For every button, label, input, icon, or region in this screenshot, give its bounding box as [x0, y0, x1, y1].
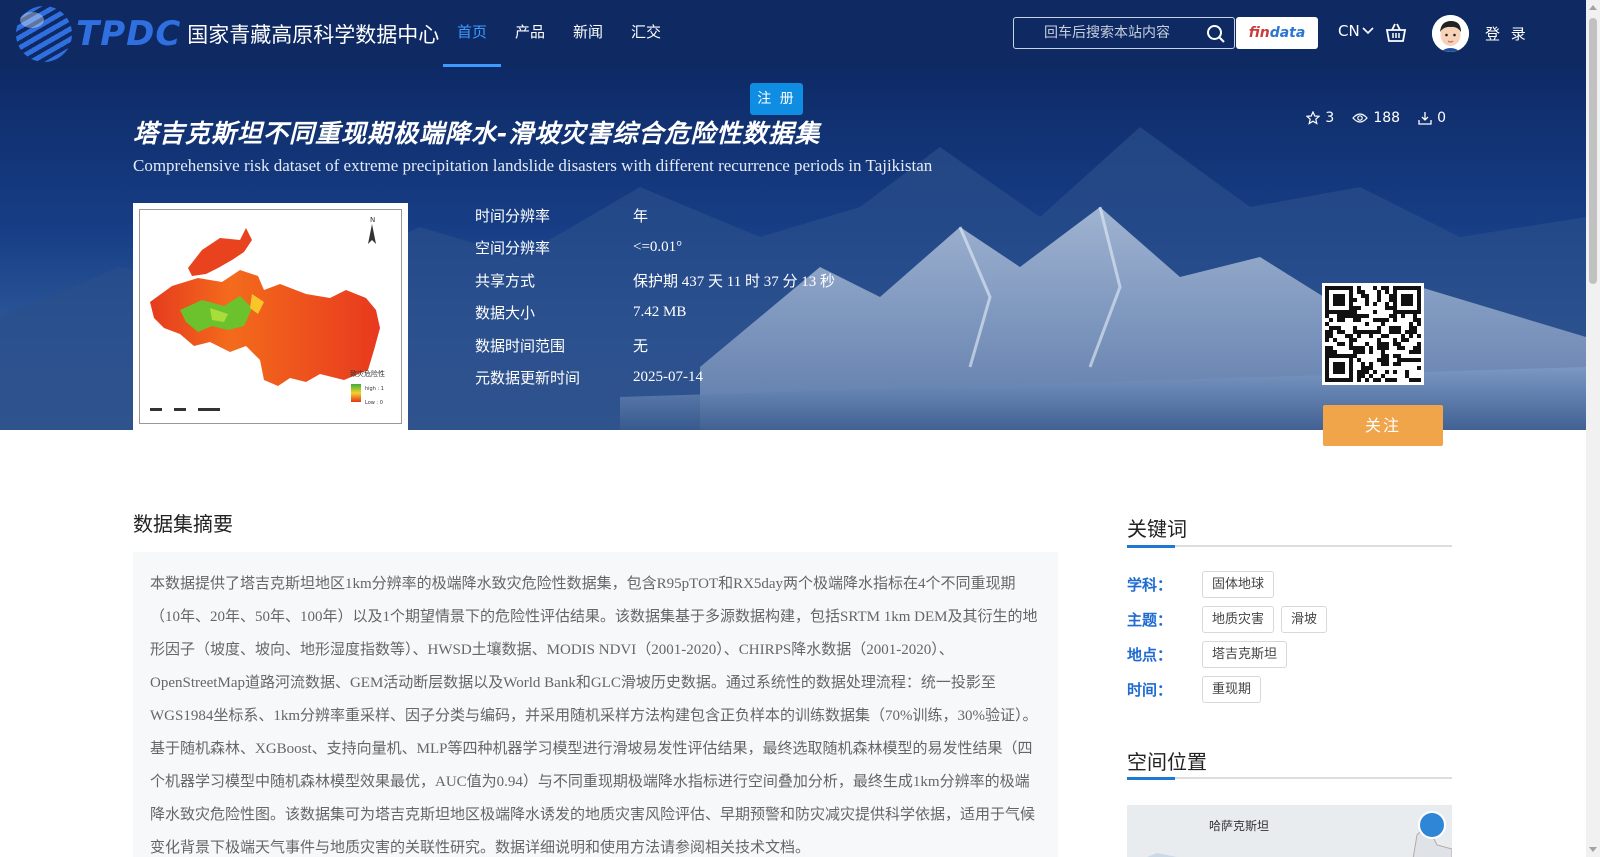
keyword-tag[interactable]: 滑坡: [1281, 606, 1328, 633]
dataset-banner: 注 册 塔吉克斯坦不同重现期极端降水-滑坡灾害综合危险性数据集 Comprehe…: [0, 67, 1586, 430]
user-avatar[interactable]: [1432, 15, 1469, 52]
nav-home[interactable]: 首页: [443, 0, 502, 67]
keyword-tag[interactable]: 固体地球: [1202, 571, 1275, 598]
login-link[interactable]: 登 录: [1485, 23, 1529, 44]
keyword-label: 主题：: [1127, 611, 1173, 629]
scroll-down-arrow-icon[interactable]: [1589, 847, 1597, 852]
top-header: TPDC 国家青藏高原科学数据中心 首页 产品 新闻 汇交 findata CN: [0, 0, 1586, 67]
spatial-location-map[interactable]: 哈萨克斯坦: [1127, 805, 1452, 857]
meta-value: 无: [633, 338, 649, 355]
scrollbar-thumb[interactable]: [1589, 18, 1597, 284]
keyword-tag[interactable]: 地质灾害: [1202, 606, 1275, 633]
keyword-label: 学科：: [1127, 576, 1173, 594]
eye-icon: [1352, 113, 1369, 123]
map-place-label: 哈萨克斯坦: [1209, 819, 1270, 833]
scroll-up-arrow-icon[interactable]: [1589, 5, 1597, 10]
globe-logo-icon: [16, 6, 72, 62]
meta-key: 数据大小: [475, 304, 536, 323]
abstract-title: 数据集摘要: [133, 512, 233, 536]
keyword-label: 地点：: [1127, 646, 1173, 664]
meta-value: 年: [633, 208, 649, 225]
page-scrollbar[interactable]: [1586, 0, 1600, 857]
keywords-divider: [1127, 545, 1452, 548]
keyword-tag[interactable]: 重现期: [1202, 676, 1262, 703]
views-count: 188: [1373, 110, 1401, 126]
keyword-row-theme: 主题： 地质灾害 滑坡: [1127, 606, 1334, 633]
findata-button[interactable]: findata: [1236, 17, 1318, 49]
location-divider: [1127, 777, 1452, 780]
meta-value: <=0.01°: [633, 239, 683, 256]
meta-key: 数据时间范围: [475, 336, 566, 355]
meta-row: 元数据更新时间 2025-07-14: [475, 362, 835, 395]
meta-key: 元数据更新时间: [475, 369, 581, 388]
findata-label-b: data: [1269, 25, 1306, 41]
keyword-label: 时间：: [1127, 681, 1173, 699]
thumb-legend-title: 致灾危险性: [350, 369, 385, 378]
views-stat: 188: [1352, 110, 1400, 126]
qr-code-image: [1322, 283, 1424, 385]
meta-row: 数据大小 7.42 MB: [475, 297, 835, 330]
meta-row: 空间分辨率 <=0.01°: [475, 232, 835, 265]
meta-row: 数据时间范围 无: [475, 329, 835, 362]
meta-key: 时间分辨率: [475, 206, 551, 225]
logo-cn-text: 国家青藏高原科学数据中心: [187, 23, 440, 47]
stars-stat[interactable]: 3: [1306, 110, 1334, 126]
dataset-metadata: 时间分辨率 年 空间分辨率 <=0.01° 共享方式 保护期 437 天 11 时 3…: [475, 199, 835, 394]
chevron-down-icon: [1362, 27, 1374, 35]
meta-value: 2025-07-14: [633, 369, 703, 386]
logo-tpdc-text: TPDC: [76, 14, 182, 54]
stars-count: 3: [1325, 110, 1335, 126]
keyword-row-discipline: 学科： 固体地球: [1127, 571, 1281, 598]
main-nav: 首页 产品 新闻 汇交: [443, 0, 675, 67]
meta-key: 空间分辨率: [475, 239, 551, 258]
map-layer-icon[interactable]: [1418, 811, 1446, 839]
meta-row: 共享方式 保护期 437 天 11 时 37 分 13 秒: [475, 264, 835, 297]
search-box: [1013, 17, 1235, 49]
abstract-text: 本数据提供了塔吉克斯坦地区1km分辨率的极端降水致灾危险性数据集，包含R95pT…: [133, 552, 1058, 857]
keyword-tag[interactable]: 塔吉克斯坦: [1202, 641, 1288, 668]
keyword-row-place: 地点： 塔吉克斯坦: [1127, 641, 1294, 668]
thumb-legend-low: Low : 0: [365, 400, 383, 406]
nav-news[interactable]: 新闻: [559, 0, 617, 67]
dataset-title-en: Comprehensive risk dataset of extreme pr…: [133, 156, 933, 175]
nav-products[interactable]: 产品: [501, 0, 559, 67]
thumb-legend-high: high : 1: [365, 386, 384, 392]
meta-row: 时间分辨率 年: [475, 199, 835, 232]
basket-icon[interactable]: [1385, 22, 1407, 44]
thumbnail-map-image: N 致灾危险性 high : 1 Low : 0: [139, 209, 402, 424]
nav-submit[interactable]: 汇交: [617, 0, 675, 67]
location-title: 空间位置: [1127, 750, 1207, 774]
language-selector[interactable]: CN: [1338, 22, 1374, 40]
meta-key: 共享方式: [475, 271, 536, 290]
findata-label-a: fin: [1248, 25, 1270, 41]
svg-text:N: N: [370, 216, 375, 224]
dataset-title-cn: 塔吉克斯坦不同重现期极端降水-滑坡灾害综合危险性数据集: [133, 119, 821, 148]
dataset-thumbnail[interactable]: N 致灾危险性 high : 1 Low : 0: [133, 203, 408, 430]
star-icon: [1306, 111, 1321, 125]
download-icon: [1418, 112, 1432, 125]
keyword-row-time: 时间： 重现期: [1127, 676, 1268, 703]
keywords-title: 关键词: [1127, 517, 1187, 541]
meta-value: 保护期 437 天 11 时 37 分 13 秒: [633, 273, 835, 290]
avatar-face-icon: [1432, 15, 1469, 52]
downloads-count: 0: [1437, 110, 1446, 126]
search-input[interactable]: [1022, 18, 1202, 48]
register-button[interactable]: 注 册: [750, 83, 803, 115]
dataset-stats: 3 188 0: [1306, 110, 1446, 126]
follow-button[interactable]: 关注: [1323, 405, 1443, 446]
meta-value: 7.42 MB: [633, 304, 687, 321]
downloads-stat: 0: [1418, 110, 1446, 126]
site-logo[interactable]: TPDC 国家青藏高原科学数据中心: [16, 4, 439, 64]
language-label: CN: [1338, 22, 1360, 40]
map-terrain-image: [1147, 824, 1452, 857]
search-icon[interactable]: [1206, 24, 1226, 44]
